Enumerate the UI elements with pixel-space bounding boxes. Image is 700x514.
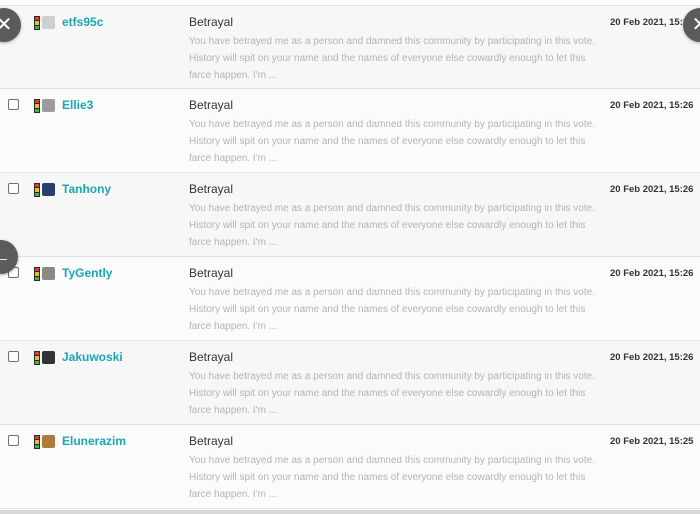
message-date: 20 Feb 2021, 15:27 — [610, 17, 694, 28]
message-date: 20 Feb 2021, 15:26 — [610, 184, 694, 195]
message-subject[interactable]: Betrayal — [189, 266, 233, 280]
message-preview: You have betrayed me as a person and dam… — [189, 455, 595, 500]
message-preview: You have betrayed me as a person and dam… — [189, 119, 595, 164]
message-row[interactable]: TyGently Betrayal You have betrayed me a… — [0, 257, 700, 341]
select-checkbox[interactable] — [8, 99, 19, 110]
avatar — [42, 351, 55, 364]
sender-username[interactable]: etfs95c — [62, 15, 103, 29]
message-subject[interactable]: Betrayal — [189, 98, 233, 112]
avatar — [42, 267, 55, 280]
message-preview: You have betrayed me as a person and dam… — [189, 287, 595, 332]
traffic-light-rank-icon — [34, 435, 40, 449]
traffic-light-rank-icon — [34, 16, 40, 30]
avatar — [42, 183, 55, 196]
message-list: etfs95c Betrayal You have betrayed me as… — [0, 5, 700, 509]
sender-username[interactable]: Tanhony — [62, 182, 111, 196]
message-date: 20 Feb 2021, 15:25 — [610, 436, 694, 447]
message-subject[interactable]: Betrayal — [189, 182, 233, 196]
message-row[interactable]: Ellie3 Betrayal You have betrayed me as … — [0, 89, 700, 173]
avatar — [42, 435, 55, 448]
message-preview: You have betrayed me as a person and dam… — [189, 203, 595, 248]
select-checkbox[interactable] — [8, 351, 19, 362]
sender-username[interactable]: Jakuwoski — [62, 350, 123, 364]
message-row[interactable]: Tanhony Betrayal You have betrayed me as… — [0, 173, 700, 257]
message-preview: You have betrayed me as a person and dam… — [189, 371, 595, 416]
select-checkbox[interactable] — [8, 183, 19, 194]
sender-username[interactable]: Elunerazim — [62, 434, 126, 448]
traffic-light-rank-icon — [34, 267, 40, 281]
message-row[interactable]: Elunerazim Betrayal You have betrayed me… — [0, 425, 700, 509]
message-date: 20 Feb 2021, 15:26 — [610, 352, 694, 363]
message-row[interactable]: Jakuwoski Betrayal You have betrayed me … — [0, 341, 700, 425]
select-checkbox[interactable] — [8, 435, 19, 446]
message-subject[interactable]: Betrayal — [189, 15, 233, 29]
sender-username[interactable]: Ellie3 — [62, 98, 93, 112]
message-row[interactable]: etfs95c Betrayal You have betrayed me as… — [0, 5, 700, 89]
message-subject[interactable]: Betrayal — [189, 434, 233, 448]
traffic-light-rank-icon — [34, 99, 40, 113]
traffic-light-rank-icon — [34, 183, 40, 197]
message-date: 20 Feb 2021, 15:26 — [610, 268, 694, 279]
message-date: 20 Feb 2021, 15:26 — [610, 100, 694, 111]
bottom-divider — [0, 510, 700, 514]
avatar — [42, 16, 55, 29]
message-inbox: etfs95c Betrayal You have betrayed me as… — [0, 0, 700, 514]
traffic-light-rank-icon — [34, 351, 40, 365]
sender-username[interactable]: TyGently — [62, 266, 112, 280]
avatar — [42, 99, 55, 112]
message-subject[interactable]: Betrayal — [189, 350, 233, 364]
message-preview: You have betrayed me as a person and dam… — [189, 36, 595, 81]
